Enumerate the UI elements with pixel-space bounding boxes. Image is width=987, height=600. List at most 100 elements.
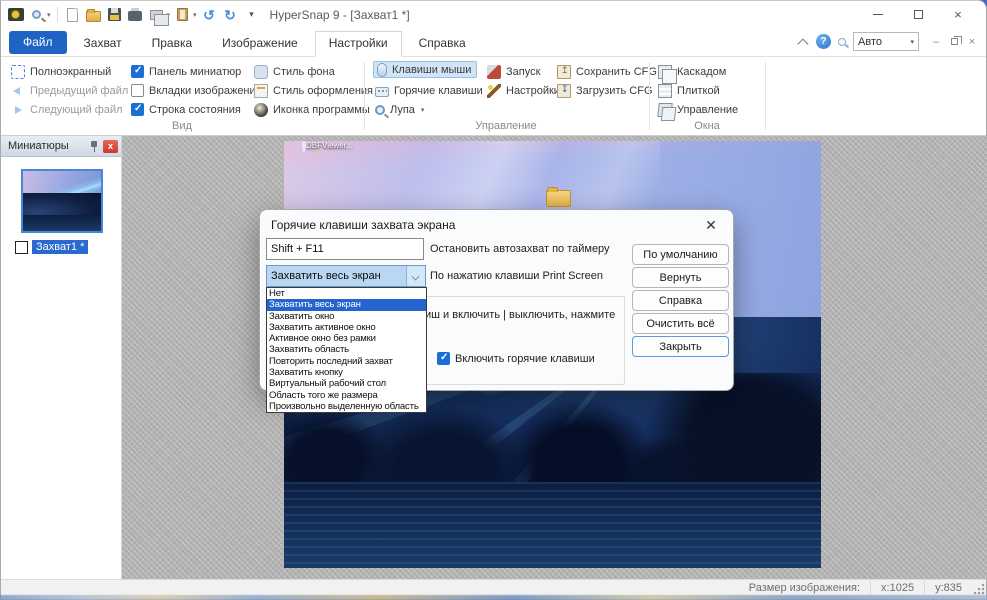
groupbox-caption-fragment: иш и включить | выключить, нажмите xyxy=(425,309,615,321)
revert-button[interactable]: Вернуть xyxy=(632,267,729,288)
mouse-keys-button[interactable]: Клавиши мыши xyxy=(373,61,477,78)
dropdown-option[interactable]: Захватить область xyxy=(267,344,426,355)
tab-settings[interactable]: Настройки xyxy=(315,31,402,57)
dropdown-option[interactable]: Активное окно без рамки xyxy=(267,333,426,344)
desktop-shortcut-label: DBFViewer... xyxy=(306,141,353,150)
redo-icon[interactable]: ↻ xyxy=(222,6,239,23)
dropdown-option[interactable]: Захватить окно xyxy=(267,311,426,322)
new-file-icon[interactable] xyxy=(64,6,81,23)
search-icon[interactable] xyxy=(838,38,846,46)
hotkeys-button[interactable]: Горячие клавиши xyxy=(375,82,483,99)
previous-file-button[interactable]: Предыдущий файл xyxy=(11,82,128,99)
paste-icon[interactable] xyxy=(174,6,191,23)
wallpaper-water xyxy=(284,482,821,568)
app-icon-button[interactable]: Иконка программы ▾ xyxy=(254,101,379,118)
dropdown-option[interactable]: Произвольно выделенную область xyxy=(267,401,426,412)
open-folder-icon[interactable] xyxy=(85,6,102,23)
launch-icon xyxy=(487,65,501,79)
combo-dropdown-icon[interactable] xyxy=(406,266,425,286)
zoom-tool-icon[interactable] xyxy=(28,6,45,23)
capture-window-icon[interactable] xyxy=(148,6,165,23)
cascade-button[interactable]: Каскадом xyxy=(658,63,726,80)
toolbar-separator xyxy=(57,7,58,22)
thumb-panel-checkbox[interactable]: Панель миниатюр xyxy=(131,63,241,80)
capture-action-dropdown-list: Нет Захватить весь экран Захватить окно … xyxy=(266,287,427,413)
status-line-checkbox[interactable]: Строка состояния xyxy=(131,101,241,118)
dialog-title: Горячие клавиши захвата экрана xyxy=(271,218,455,232)
magnifier-button[interactable]: Лупа ▾ xyxy=(375,101,424,118)
tile-button[interactable]: Плиткой xyxy=(658,82,720,99)
tab-file[interactable]: Файл xyxy=(9,31,67,54)
app-window: ▾ ▾ ▾ ↺ ↻ ▾ HyperSnap 9 - [Захват1 *] × xyxy=(0,0,987,595)
thumbnails-panel-header: Миниатюры x xyxy=(1,136,121,157)
enable-hotkeys-checkbox[interactable]: Включить горячие клавиши xyxy=(437,352,595,365)
quick-access-toolbar: ▾ ▾ ▾ ↺ ↻ ▾ xyxy=(1,6,260,23)
size-y-value: y:835 xyxy=(924,580,972,596)
keyboard-icon xyxy=(375,87,389,97)
paste-dropdown-caret-icon[interactable]: ▾ xyxy=(193,11,197,19)
tab-help[interactable]: Справка xyxy=(406,32,479,56)
dropdown-option[interactable]: Повторить последний захват xyxy=(267,356,426,367)
app-logo-icon[interactable] xyxy=(7,6,24,23)
tab-edit[interactable]: Правка xyxy=(139,32,206,56)
mouse-icon xyxy=(377,63,387,77)
cascade-windows-icon xyxy=(658,65,672,79)
print-icon[interactable] xyxy=(127,6,144,23)
resize-grip[interactable] xyxy=(973,583,985,595)
close-dialog-button[interactable]: Закрыть xyxy=(632,336,729,357)
checkbox-checked-icon xyxy=(131,65,144,78)
panel-close-icon[interactable]: x xyxy=(103,140,118,153)
launch-button[interactable]: Запуск xyxy=(487,63,540,80)
maximize-button[interactable] xyxy=(898,1,938,28)
hotkey-input[interactable]: Shift + F11 xyxy=(266,238,424,260)
manage-windows-button[interactable]: Управление xyxy=(658,101,738,118)
dropdown-option[interactable]: Нет xyxy=(267,288,426,299)
thumbnails-panel-title: Миниатюры xyxy=(8,140,69,152)
theme-style-icon xyxy=(254,84,268,98)
mdi-minimize-button[interactable]: – xyxy=(928,34,944,50)
tab-capture[interactable]: Захват xyxy=(71,32,135,56)
mdi-restore-button[interactable] xyxy=(946,34,962,50)
clear-all-button[interactable]: Очистить всё xyxy=(632,313,729,334)
help-button[interactable]: Справка xyxy=(632,290,729,311)
status-bar: Размер изображения: x:1025 y:835 xyxy=(1,579,986,596)
window-controls: × xyxy=(858,1,978,28)
dialog-close-icon[interactable]: ✕ xyxy=(702,216,720,234)
manage-windows-icon xyxy=(657,103,672,117)
capture-action-combobox[interactable]: Захватить весь экран xyxy=(266,265,426,287)
load-cfg-button[interactable]: Загрузить CFG xyxy=(557,82,653,99)
thumbnail-label[interactable]: Захват1 * xyxy=(32,240,88,254)
save-cfg-button[interactable]: Сохранить CFG xyxy=(557,63,657,80)
mdi-close-button[interactable]: × xyxy=(964,34,980,50)
dropdown-option[interactable]: Виртуальный рабочий стол xyxy=(267,378,426,389)
desktop-taskbar-sliver xyxy=(0,595,987,600)
dropdown-option[interactable]: Область того же размера xyxy=(267,390,426,401)
next-file-button[interactable]: Следующий файл xyxy=(11,101,123,118)
default-button[interactable]: По умолчанию xyxy=(632,244,729,265)
settings-button[interactable]: Настройки xyxy=(487,82,560,99)
minimize-button[interactable] xyxy=(858,1,898,28)
checkbox-unchecked-icon xyxy=(131,84,144,97)
zoom-dropdown-caret-icon[interactable]: ▾ xyxy=(47,11,51,19)
close-button[interactable]: × xyxy=(938,1,978,28)
help-icon[interactable]: ? xyxy=(816,34,831,49)
tab-image[interactable]: Изображение xyxy=(209,32,311,56)
hotkeys-dialog: Горячие клавиши захвата экрана ✕ Shift +… xyxy=(259,209,734,391)
dropdown-option[interactable]: Захватить активное окно xyxy=(267,322,426,333)
qat-customize-icon[interactable]: ▾ xyxy=(243,6,260,23)
arrow-right-icon xyxy=(11,103,25,117)
background-style-button[interactable]: Стиль фона xyxy=(254,63,335,80)
checkbox-checked-icon xyxy=(131,103,144,116)
load-cfg-icon xyxy=(557,84,571,98)
undo-icon[interactable]: ↺ xyxy=(201,6,218,23)
dropdown-option[interactable]: Захватить кнопку xyxy=(267,367,426,378)
auto-mode-combobox[interactable]: Авто ▾ xyxy=(853,32,919,51)
thumbnail-checkbox[interactable] xyxy=(15,241,28,254)
thumbnail-capture1[interactable] xyxy=(21,169,103,233)
pin-icon[interactable] xyxy=(89,140,99,152)
fullscreen-button[interactable]: Полноэкранный xyxy=(11,63,111,80)
timer-label: Остановить автозахват по таймеру xyxy=(430,243,610,255)
dropdown-option-selected[interactable]: Захватить весь экран xyxy=(267,299,426,310)
image-tabs-checkbox[interactable]: Вкладки изображений xyxy=(131,82,262,99)
save-icon[interactable] xyxy=(106,6,123,23)
